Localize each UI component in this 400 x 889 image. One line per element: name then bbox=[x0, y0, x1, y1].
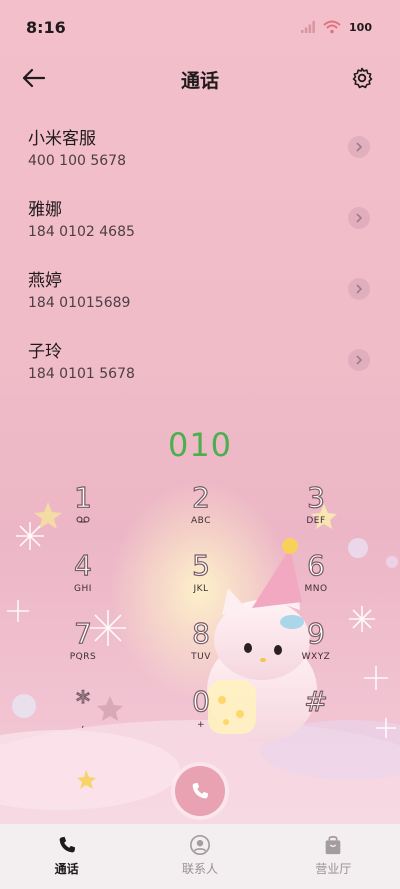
bottom-tab-bar: 通话 联系人 营业厅 bbox=[0, 824, 400, 889]
phone-icon bbox=[59, 836, 75, 853]
contact-name: 雅娜 bbox=[28, 200, 62, 220]
key-letters: ABC bbox=[191, 516, 211, 526]
contact-row[interactable]: 小米客服 400 100 5678 bbox=[0, 112, 400, 183]
status-bar: 8:16 100 bbox=[0, 0, 400, 56]
key-digit: 0 bbox=[191, 685, 210, 718]
key-digit: 9 bbox=[306, 617, 325, 650]
key-hash[interactable]: # bbox=[276, 685, 356, 742]
key-0[interactable]: 0 + bbox=[161, 685, 241, 742]
key-letters: DEF bbox=[306, 516, 326, 526]
person-icon bbox=[189, 835, 210, 855]
key-digit: 7 bbox=[73, 617, 92, 650]
gear-icon[interactable] bbox=[350, 66, 374, 90]
page-title: 通话 bbox=[180, 70, 219, 92]
tab-calls[interactable]: 通话 bbox=[0, 824, 133, 889]
key-6[interactable]: 6 MNO bbox=[276, 549, 356, 606]
key-7[interactable]: 7 PQRS bbox=[43, 617, 123, 674]
key-5[interactable]: 5 JKL bbox=[161, 549, 241, 606]
contact-row[interactable]: 子玲 184 0101 5678 bbox=[0, 325, 400, 396]
key-3[interactable]: 3 DEF bbox=[276, 481, 356, 538]
tab-service-hall[interactable]: 营业厅 bbox=[267, 824, 400, 889]
key-8[interactable]: 8 TUV bbox=[161, 617, 241, 674]
call-button[interactable] bbox=[175, 766, 225, 816]
signal-icon bbox=[301, 21, 315, 33]
key-2[interactable]: 2 ABC bbox=[161, 481, 241, 538]
key-digit: 2 bbox=[191, 481, 210, 514]
contact-number: 184 0102 4685 bbox=[28, 224, 135, 240]
wifi-icon bbox=[323, 20, 341, 34]
key-letters: TUV bbox=[191, 652, 211, 662]
key-digit: # bbox=[304, 685, 329, 718]
chevron-right-icon[interactable] bbox=[348, 278, 370, 300]
key-letters: + bbox=[196, 720, 206, 730]
key-star[interactable]: * , bbox=[43, 685, 123, 742]
contact-number: 184 0101 5678 bbox=[28, 366, 135, 382]
tab-label: 营业厅 bbox=[315, 862, 352, 876]
key-letters: , bbox=[81, 720, 85, 730]
key-4[interactable]: 4 GHI bbox=[43, 549, 123, 606]
status-icons: 100 bbox=[301, 20, 372, 34]
key-letters: MNO bbox=[304, 584, 328, 594]
key-letters: GHI bbox=[74, 584, 92, 594]
contact-number: 184 01015689 bbox=[28, 295, 131, 311]
bag-icon bbox=[325, 836, 341, 855]
key-letters: WXYZ bbox=[301, 652, 331, 662]
key-digit: 3 bbox=[306, 481, 325, 514]
contact-row[interactable]: 燕婷 184 01015689 bbox=[0, 254, 400, 325]
key-digit: 1 bbox=[73, 481, 92, 514]
voicemail-icon bbox=[43, 516, 123, 526]
key-9[interactable]: 9 WXYZ bbox=[276, 617, 356, 674]
key-letters: PQRS bbox=[69, 652, 97, 662]
contact-name: 子玲 bbox=[28, 342, 62, 362]
key-digit: 8 bbox=[191, 617, 210, 650]
contact-row[interactable]: 雅娜 184 0102 4685 bbox=[0, 183, 400, 254]
tab-label: 联系人 bbox=[181, 862, 218, 876]
battery-level: 100 bbox=[349, 20, 372, 34]
recent-contacts-list: 小米客服 400 100 5678 雅娜 184 0102 4685 燕婷 18… bbox=[0, 112, 400, 396]
chevron-right-icon[interactable] bbox=[348, 349, 370, 371]
tab-label: 通话 bbox=[54, 862, 79, 876]
key-letters: JKL bbox=[193, 584, 209, 594]
key-1[interactable]: 1 bbox=[43, 481, 123, 538]
key-digit: 5 bbox=[191, 549, 210, 582]
chevron-right-icon[interactable] bbox=[348, 207, 370, 229]
contact-number: 400 100 5678 bbox=[28, 153, 126, 169]
status-time: 8:16 bbox=[26, 18, 66, 37]
contact-name: 小米客服 bbox=[28, 129, 96, 149]
contact-name: 燕婷 bbox=[28, 271, 62, 291]
chevron-right-icon[interactable] bbox=[348, 136, 370, 158]
key-digit: 4 bbox=[73, 549, 92, 582]
header: 通话 bbox=[0, 56, 400, 102]
key-digit: 6 bbox=[306, 549, 325, 582]
key-digit: * bbox=[75, 685, 90, 718]
tab-contacts[interactable]: 联系人 bbox=[133, 824, 266, 889]
phone-icon bbox=[192, 782, 209, 799]
dialed-number-display: 010 bbox=[167, 426, 233, 464]
